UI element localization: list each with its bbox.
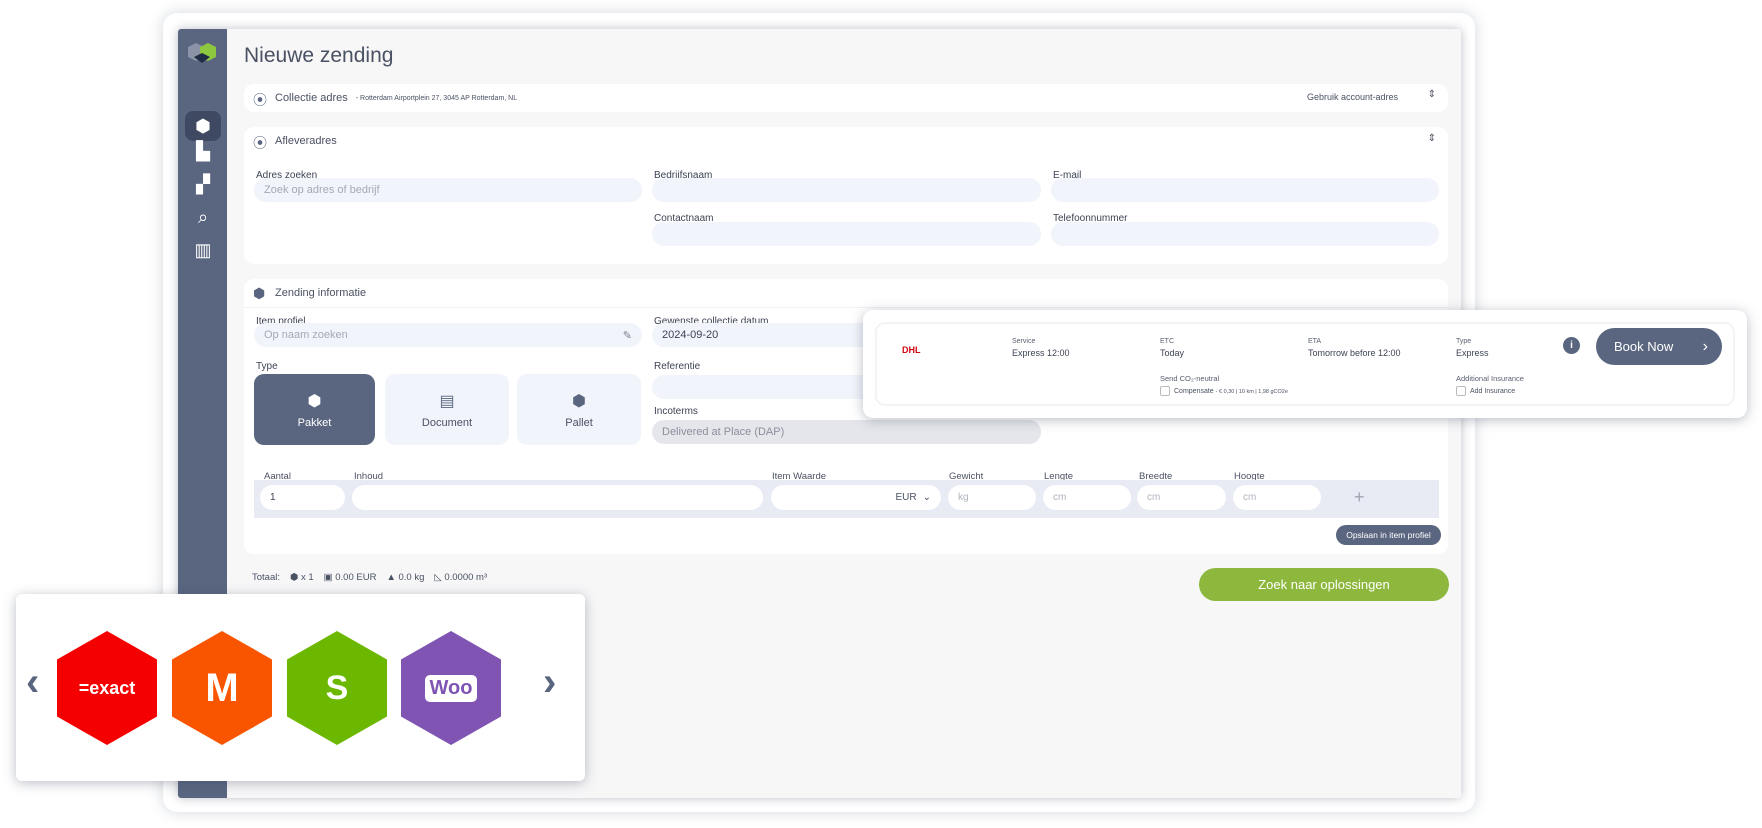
insurance-label: Additional Insurance xyxy=(1456,374,1524,383)
pin-a-icon: ⦿ xyxy=(253,92,267,108)
edit-icon[interactable]: ✎ xyxy=(623,329,632,342)
carousel-prev-icon[interactable]: ‹ xyxy=(26,660,39,705)
expand-icon[interactable]: ⇕ xyxy=(1428,133,1436,144)
item-profile-input[interactable]: Op naam zoeken ✎ xyxy=(254,323,642,347)
total-weight: 0.0 kg xyxy=(398,572,425,583)
chevron-down-icon: ⌄ xyxy=(922,492,931,503)
woo-logo-text: Woo xyxy=(424,674,478,702)
carousel-next-icon[interactable]: › xyxy=(543,660,556,705)
sidebar-item-shipments[interactable]: ▞ xyxy=(185,169,221,199)
boxes-icon: ▞ xyxy=(196,173,210,194)
insurance-option: Add Insurance xyxy=(1470,387,1516,395)
search-solutions-button[interactable]: Zoek naar oplossingen xyxy=(1199,568,1449,601)
service-value: Express 12:00 xyxy=(1012,348,1070,358)
carrier-name: DHL xyxy=(902,345,921,355)
expand-icon[interactable]: ⇕ xyxy=(1428,89,1436,100)
save-profile-button[interactable]: Opslaan in item profiel xyxy=(1336,525,1441,545)
eta-label: ETA xyxy=(1308,338,1322,345)
exact-logo[interactable]: =exact xyxy=(57,631,157,745)
total-value: 0.00 EUR xyxy=(335,572,377,583)
type-label-document: Document xyxy=(421,416,473,429)
type-value: Express xyxy=(1456,348,1489,358)
etc-label: ETC xyxy=(1160,338,1174,345)
page-title: Nieuwe zending xyxy=(244,44,394,67)
use-account-address[interactable]: Gebruik account-adres xyxy=(1307,92,1398,102)
type-label: Type xyxy=(256,361,278,372)
type-pakket[interactable]: ⬢ Pakket xyxy=(254,374,375,445)
package-add-icon: ⬢ xyxy=(195,115,211,136)
type-document[interactable]: ▤ Document xyxy=(385,374,509,445)
add-row-icon[interactable]: + xyxy=(1354,487,1365,508)
package-icon: ⬢ xyxy=(253,285,266,301)
delivery-address-card: ⦿ Afleveradres ⇕ Adres zoeken Zoek op adr… xyxy=(244,127,1448,264)
ruler-icon: ◺ xyxy=(434,572,442,583)
company-input[interactable] xyxy=(652,178,1041,202)
total-volume: 0.0000 m³ xyxy=(444,572,488,583)
totals-label: Totaal: xyxy=(252,572,280,583)
box-icon: ⬢ xyxy=(290,572,299,583)
logo-icon xyxy=(188,43,216,63)
sidebar-item-reports[interactable]: ▥ xyxy=(185,235,221,265)
item-profile-placeholder: Op naam zoeken xyxy=(264,329,348,341)
collection-address-card[interactable]: ⦿ Collectie adres - Rotterdam Airportplein… xyxy=(244,84,1448,112)
document-icon: ▤ xyxy=(439,392,455,410)
type-pallet[interactable]: ⬢ Pallet xyxy=(517,374,641,445)
money-icon: ▣ xyxy=(323,572,333,583)
bar-chart-icon: ▥ xyxy=(194,239,212,260)
collection-label: Collectie adres xyxy=(275,92,348,104)
email-input[interactable] xyxy=(1051,178,1439,202)
book-now-button[interactable]: Book Now › xyxy=(1596,328,1722,365)
type-label-pakket: Pakket xyxy=(297,416,332,429)
weight-input[interactable]: kg xyxy=(948,485,1036,510)
dashboard-icon: ▙ xyxy=(196,140,210,161)
box-icon: ⬢ xyxy=(307,392,322,410)
service-label: Service xyxy=(1012,338,1036,345)
width-input[interactable]: cm xyxy=(1137,485,1226,510)
content-input[interactable] xyxy=(352,485,763,510)
shopify-logo[interactable]: S xyxy=(287,631,387,745)
sidebar-item-track[interactable]: ⌕ xyxy=(185,202,221,232)
length-input[interactable]: cm xyxy=(1043,485,1131,510)
integrations-carousel: ‹ =exact M S Woo › xyxy=(16,594,585,781)
shipment-label: Zending informatie xyxy=(275,287,367,299)
quantity-input[interactable]: 1 xyxy=(260,485,345,510)
phone-input[interactable] xyxy=(1051,222,1439,246)
divider xyxy=(244,307,1448,308)
carrier-quote-card: DHL Service Express 12:00 ETC Today ETA Tom… xyxy=(863,310,1747,418)
type-label-pallet: Pallet xyxy=(565,416,593,429)
woocommerce-logo[interactable]: Woo xyxy=(401,631,501,745)
incoterms-label: Incoterms xyxy=(654,406,698,417)
collection-address: - Rotterdam Airportplein 27, 3045 AP Rot… xyxy=(355,94,518,102)
etc-value: Today xyxy=(1160,348,1185,358)
currency-select[interactable]: EUR xyxy=(895,492,916,503)
reference-label: Referentie xyxy=(654,361,701,372)
height-input[interactable]: cm xyxy=(1233,485,1321,510)
magento-logo[interactable]: M xyxy=(172,631,272,745)
insurance-checkbox[interactable] xyxy=(1456,386,1466,396)
exact-logo-text: =exact xyxy=(78,677,136,698)
type-label: Type xyxy=(1456,338,1472,345)
sidebar-item-dashboard[interactable]: ▙ xyxy=(185,136,221,166)
book-now-label: Book Now xyxy=(1614,339,1674,354)
pin-b-icon: ⦿ xyxy=(253,135,267,151)
incoterms-select[interactable]: Delivered at Place (DAP) xyxy=(652,420,1041,444)
info-icon[interactable]: i xyxy=(1563,337,1580,354)
contact-input[interactable] xyxy=(652,222,1041,246)
pallet-icon: ⬢ xyxy=(572,392,586,410)
delivery-label: Afleveradres xyxy=(275,135,337,147)
co2-label: Send CO₂-neutral xyxy=(1160,374,1220,383)
item-value-input[interactable]: EUR ⌄ xyxy=(771,485,941,510)
co2-checkbox[interactable] xyxy=(1160,386,1170,396)
eta-value: Tomorrow before 12:00 xyxy=(1308,348,1401,358)
co2-option: Compensate xyxy=(1174,387,1214,395)
chevron-right-icon: › xyxy=(1702,337,1708,355)
totals-bar: Totaal: ⬢ x 1 ▣ 0.00 EUR ▲ 0.0 kg ◺ 0.00… xyxy=(252,572,487,583)
co2-detail: - € 0,30 | 10 km | 1,98 gCO2e xyxy=(1215,388,1288,395)
total-count: x 1 xyxy=(300,572,314,583)
weight-icon: ▲ xyxy=(386,572,396,583)
track-search-icon: ⌕ xyxy=(197,206,209,227)
address-search-input[interactable]: Zoek op adres of bedrijf xyxy=(254,178,642,202)
